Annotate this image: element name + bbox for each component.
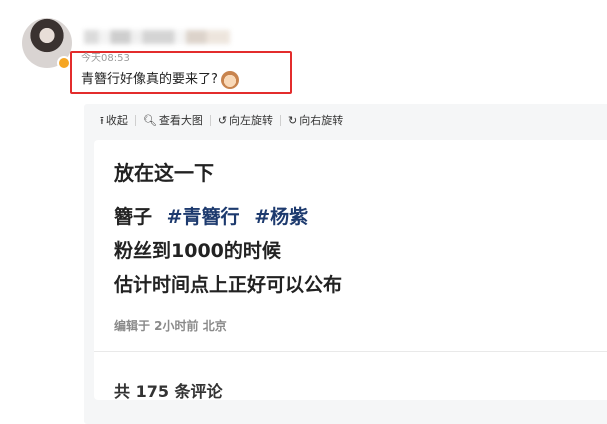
collapse-button[interactable]: ⭱ 收起 bbox=[100, 112, 135, 128]
rotate-left-label: 向左旋转 bbox=[229, 114, 274, 127]
rotate-left-button[interactable]: ↺ 向左旋转 bbox=[211, 112, 280, 128]
view-large-label: 查看大图 bbox=[158, 114, 203, 127]
verified-badge-icon bbox=[57, 56, 71, 70]
post-text-content: 青簪行好像真的要来了? bbox=[81, 72, 218, 87]
image-line-1: 放在这一下 bbox=[114, 161, 214, 185]
edit-meta: 编辑于 2小时前 北京 bbox=[114, 319, 227, 333]
image-toolbar: ⭱ 收起 🔍︎ 查看大图 ↺ 向左旋转 ↻ 向右旋转 bbox=[100, 112, 350, 128]
post-text: 青簪行好像真的要来了? bbox=[81, 71, 239, 89]
image-line-4: 估计时间点上正好可以公布 bbox=[114, 274, 343, 296]
image-line-3: 粉丝到1000的时候 bbox=[114, 240, 281, 262]
post-timestamp[interactable]: 今天08:53 bbox=[81, 53, 130, 65]
hashtag-1: #青簪行 bbox=[166, 206, 240, 228]
collapse-label: 收起 bbox=[105, 114, 128, 127]
magnifier-icon: 🔍︎ bbox=[142, 113, 157, 127]
rotate-right-button[interactable]: ↻ 向右旋转 bbox=[281, 112, 350, 128]
rotate-right-icon: ↻ bbox=[288, 113, 298, 127]
cat-face-icon bbox=[220, 71, 239, 89]
image-line-2: 簪子 #青簪行 #杨紫 bbox=[114, 202, 308, 229]
rotate-left-icon: ↺ bbox=[217, 113, 228, 127]
view-large-button[interactable]: 🔍︎ 查看大图 bbox=[136, 112, 210, 128]
upload-arrow-icon: ⭱ bbox=[100, 113, 104, 127]
hashtag-2: #杨紫 bbox=[254, 206, 309, 228]
comment-count: 共 175 条评论 bbox=[114, 382, 223, 401]
divider bbox=[94, 351, 607, 352]
image-line-2-prefix: 簪子 bbox=[114, 206, 153, 228]
rotate-right-label: 向右旋转 bbox=[299, 114, 344, 127]
username-blurred[interactable] bbox=[84, 30, 230, 44]
